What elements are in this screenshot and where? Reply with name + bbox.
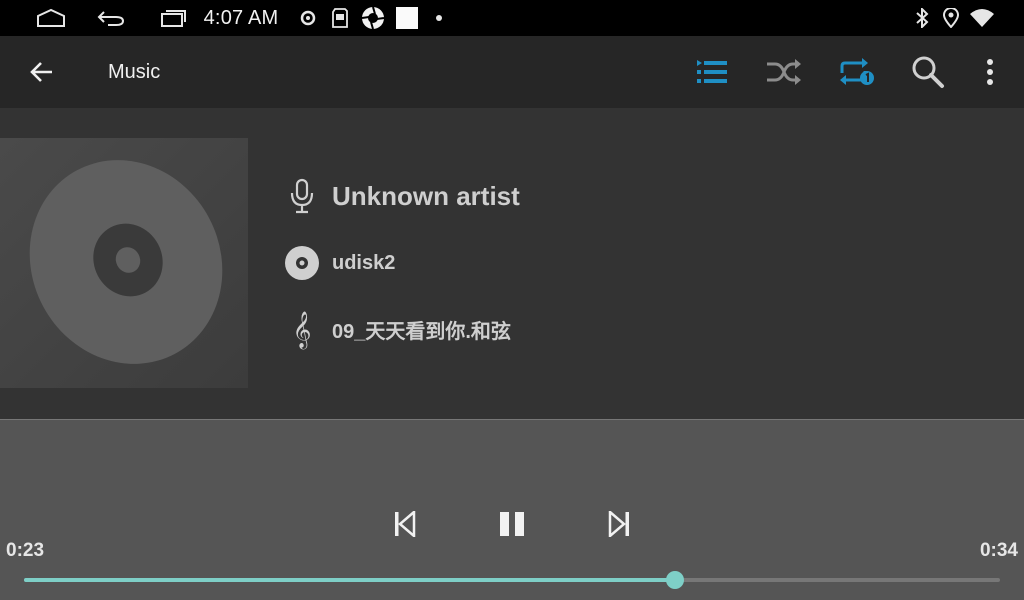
elapsed-time: 0:23 bbox=[6, 540, 45, 561]
track-info-panel: Unknown artist udisk2 𝄞 09_天天看到你.和弦 bbox=[0, 108, 1024, 419]
microphone-icon bbox=[284, 178, 320, 214]
shutter-icon bbox=[360, 0, 386, 36]
previous-button[interactable] bbox=[383, 504, 427, 544]
notification-dot-icon bbox=[432, 0, 446, 36]
artist-row: Unknown artist bbox=[284, 178, 520, 214]
title-row: 𝄞 09_天天看到你.和弦 bbox=[284, 311, 511, 347]
album-name: udisk2 bbox=[332, 251, 396, 274]
recents-icon[interactable] bbox=[156, 0, 188, 36]
seek-bar[interactable] bbox=[24, 571, 1000, 589]
disc-icon bbox=[29, 160, 223, 364]
bluetooth-icon bbox=[912, 0, 932, 36]
seek-thumb[interactable] bbox=[665, 571, 684, 589]
cd-icon bbox=[284, 245, 320, 281]
repeat-one-icon[interactable] bbox=[834, 36, 878, 108]
white-square-icon bbox=[395, 0, 419, 36]
more-icon[interactable] bbox=[970, 36, 1010, 108]
treble-clef-icon: 𝄞 bbox=[292, 310, 312, 348]
location-icon bbox=[940, 0, 962, 36]
player-controls: 0:23 0:34 bbox=[0, 420, 1024, 600]
sd-card-icon bbox=[330, 0, 350, 36]
search-icon[interactable] bbox=[906, 36, 950, 108]
seek-progress bbox=[24, 578, 675, 582]
album-row: udisk2 bbox=[284, 245, 395, 281]
pause-button[interactable] bbox=[490, 504, 534, 544]
app-bar: Music bbox=[0, 36, 1024, 108]
page-title: Music bbox=[108, 61, 161, 83]
back-arrow-icon[interactable] bbox=[20, 36, 64, 108]
artist-name: Unknown artist bbox=[332, 180, 520, 211]
next-button[interactable] bbox=[597, 504, 641, 544]
album-art bbox=[0, 138, 248, 388]
wifi-icon bbox=[968, 0, 996, 36]
clock: 4:07 AM bbox=[203, 6, 279, 29]
circle-dot-icon bbox=[298, 0, 318, 36]
total-duration: 0:34 bbox=[979, 540, 1018, 561]
back-icon[interactable] bbox=[94, 0, 128, 36]
status-bar: 4:07 AM bbox=[0, 0, 1024, 36]
playlist-icon[interactable] bbox=[690, 36, 734, 108]
home-icon[interactable] bbox=[34, 0, 68, 36]
shuffle-icon[interactable] bbox=[762, 36, 806, 108]
track-title: 09_天天看到你.和弦 bbox=[332, 320, 511, 343]
